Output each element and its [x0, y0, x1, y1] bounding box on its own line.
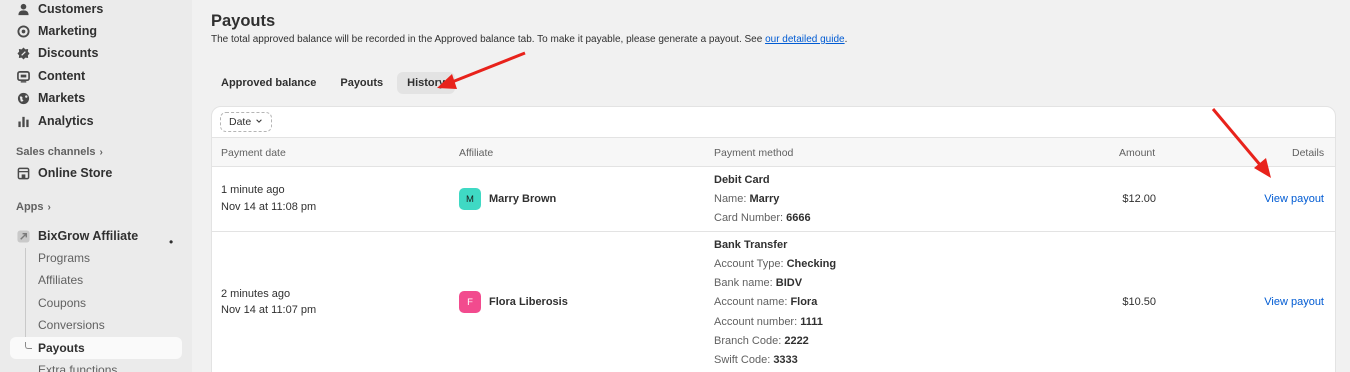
payout-amount: $10.50 — [1122, 296, 1156, 308]
affiliate-name: Marry Brown — [489, 193, 557, 205]
payment-method-detail: Account number: 1111 — [714, 316, 823, 328]
sidebar-item-markets[interactable]: Markets — [16, 88, 85, 108]
payment-relative-time: 2 minutes ago — [221, 288, 291, 300]
sidebar-item-label: Content — [38, 69, 86, 83]
payment-method-detail: Account name: Flora — [714, 296, 818, 308]
payment-method-detail: Branch Code: 2222 — [714, 335, 809, 347]
sidebar-subitem-programs[interactable]: Programs — [38, 249, 90, 267]
payout-amount: $12.00 — [1122, 193, 1156, 205]
content-icon — [16, 69, 30, 83]
sidebar-item-label: Customers — [38, 2, 104, 16]
payment-method-title: Bank Transfer — [714, 239, 788, 251]
tab-history[interactable]: History — [397, 72, 456, 94]
sidebar-item-label: Markets — [38, 91, 86, 105]
chevron-down-icon — [255, 116, 263, 128]
sidebar-subitem-conversions[interactable]: Conversions — [38, 316, 105, 334]
sidebar-item-label: Online Store — [38, 166, 113, 180]
affiliate-name: Flora Liberosis — [489, 296, 568, 308]
column-header-details[interactable]: Details — [1292, 147, 1324, 159]
chevron-right-icon: › — [99, 146, 103, 158]
date-filter-button[interactable]: Date — [220, 112, 273, 132]
view-payout-link[interactable]: View payout — [1242, 193, 1324, 205]
sidebar-item-label: Marketing — [38, 24, 98, 38]
sidebar-subitem-extra-functions[interactable]: Extra functions — [38, 361, 117, 372]
payment-method-title: Debit Card — [714, 174, 770, 186]
person-icon — [16, 2, 30, 16]
table-header: Payment date Affiliate Payment method Am… — [212, 137, 1335, 167]
payment-method-detail: Swift Code: 3333 — [714, 354, 798, 366]
page-title: Payouts — [211, 12, 276, 30]
submenu-line — [25, 248, 26, 348]
sidebar-item-label: Analytics — [38, 114, 94, 128]
sidebar-item-discounts[interactable]: Discounts — [16, 43, 98, 63]
sidebar-subitem-affiliates[interactable]: Affiliates — [38, 271, 83, 289]
history-table-card: Date Payment date Affiliate Payment meth… — [211, 106, 1336, 372]
globe-icon — [16, 91, 30, 105]
chevron-right-icon: › — [47, 201, 51, 213]
sales-channels-heading[interactable]: Sales channels › — [16, 146, 103, 158]
page-subtitle: The total approved balance will be recor… — [211, 34, 848, 45]
bar-chart-icon — [16, 114, 30, 128]
column-header-affiliate[interactable]: Affiliate — [459, 147, 493, 159]
tab-approved-balance[interactable]: Approved balance — [211, 72, 326, 94]
payment-method-detail: Name: Marry — [714, 193, 780, 205]
tab-payouts[interactable]: Payouts — [330, 72, 393, 94]
payment-relative-time: 1 minute ago — [221, 184, 285, 196]
column-header-amount[interactable]: Amount — [1119, 147, 1155, 159]
target-icon — [16, 24, 30, 38]
sidebar-item-label: BixGrow Affiliate — [38, 229, 139, 243]
sidebar-item-online-store[interactable]: Online Store — [16, 163, 112, 183]
sidebar-subitem-coupons[interactable]: Coupons — [38, 294, 86, 312]
column-header-payment-method[interactable]: Payment method — [714, 147, 793, 159]
submenu-hook — [25, 342, 32, 349]
app-status-dot: • — [169, 235, 174, 249]
active-item-highlight — [10, 337, 182, 359]
view-payout-link[interactable]: View payout — [1242, 296, 1324, 308]
app-icon — [16, 229, 30, 243]
discount-icon — [16, 46, 30, 60]
sidebar-subitem-payouts[interactable]: Payouts — [38, 339, 85, 357]
apps-heading[interactable]: Apps › — [16, 201, 51, 213]
sidebar-item-bixgrow-affiliate[interactable]: BixGrow Affiliate — [16, 226, 138, 246]
sidebar-item-marketing[interactable]: Marketing — [16, 21, 97, 41]
column-header-payment-date[interactable]: Payment date — [221, 147, 286, 159]
payment-date: Nov 14 at 11:08 pm — [221, 201, 317, 213]
sidebar-item-label: Discounts — [38, 46, 99, 60]
sidebar-item-customers[interactable]: Customers — [16, 0, 103, 19]
avatar: M — [459, 188, 481, 210]
sidebar: Customers Marketing Discounts Content Ma… — [0, 0, 192, 372]
payment-method-detail: Bank name: BIDV — [714, 277, 803, 289]
tab-bar: Approved balance Payouts History — [211, 72, 456, 94]
payment-method-detail: Account Type: Checking — [714, 258, 837, 270]
row-divider — [212, 231, 1335, 232]
detailed-guide-link[interactable]: our detailed guide — [765, 34, 845, 45]
payment-date: Nov 14 at 11:07 pm — [221, 304, 317, 316]
sidebar-item-content[interactable]: Content — [16, 66, 85, 86]
payment-method-detail: Card Number: 6666 — [714, 212, 811, 224]
avatar: F — [459, 291, 481, 313]
sidebar-item-analytics[interactable]: Analytics — [16, 111, 94, 131]
store-icon — [16, 166, 30, 180]
